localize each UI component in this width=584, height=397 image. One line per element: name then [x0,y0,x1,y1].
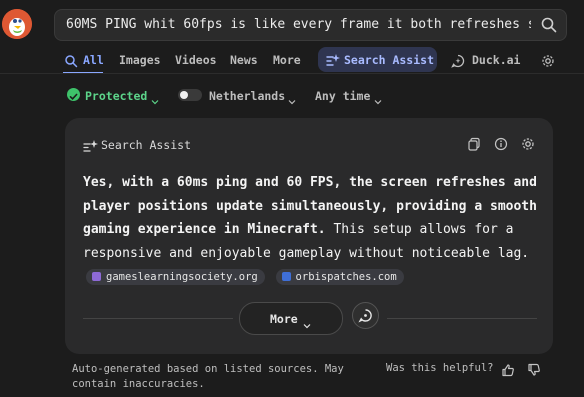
protected-filter[interactable]: Protected [85,89,147,103]
tab-images[interactable]: Images [119,53,161,67]
chevron-down-icon [303,315,311,334]
assist-settings-gear-icon[interactable] [521,136,535,155]
time-filter[interactable]: Any time [315,89,370,103]
chevron-down-icon [374,91,382,110]
source-chip-orbispatches[interactable]: orbispatches.com [275,269,404,286]
follow-up-chat-button[interactable] [352,302,379,329]
chevron-down-icon [288,91,296,110]
more-button-label[interactable]: More [270,312,298,326]
search-assist-title: Search Assist [101,138,192,152]
divider [387,318,537,319]
tab-duck-ai[interactable]: Duck.ai [472,53,520,67]
divider [83,318,233,319]
region-filter[interactable]: Netherlands [209,89,285,103]
search-icon[interactable] [540,16,558,34]
duckduckgo-logo[interactable] [2,9,32,39]
copy-icon[interactable] [467,136,481,155]
thumbs-down-icon[interactable] [527,362,541,381]
tab-all-search-icon [64,53,78,72]
source-favicon-icon [281,272,291,282]
tab-search-assist-label[interactable]: Search Assist [344,53,434,67]
source-chip-label: orbispatches.com [295,271,397,284]
source-favicon-icon [92,272,101,282]
tab-all[interactable]: All [83,53,104,67]
tab-more[interactable]: More [273,53,301,67]
check-icon [67,88,80,101]
source-chip-gameslearningsociety[interactable]: gameslearningsociety.org [86,269,265,286]
chevron-down-icon [151,91,159,110]
source-chip-label: gameslearningsociety.org [106,271,258,284]
thumbs-up-icon[interactable] [501,362,515,381]
tab-news[interactable]: News [230,53,258,67]
sparkle-icon [325,52,340,71]
info-icon[interactable] [494,136,508,155]
disclaimer-text: Auto-generated based on listed sources. … [72,363,344,390]
duck-icon [2,9,32,39]
helpful-prompt: Was this helpful? [386,362,494,374]
region-toggle-knob [180,91,188,99]
search-assist-sparkle-icon [83,138,98,157]
chat-icon [358,309,372,323]
assist-answer: Yes, with a 60ms ping and 60 FPS, the sc… [83,171,539,290]
settings-gear-icon[interactable] [541,53,555,72]
header-divider [0,73,584,74]
chat-bubble-icon [451,53,465,72]
search-input[interactable]: 60MS PING whit 60fps is like every frame… [66,17,531,32]
tab-videos[interactable]: Videos [175,53,217,67]
